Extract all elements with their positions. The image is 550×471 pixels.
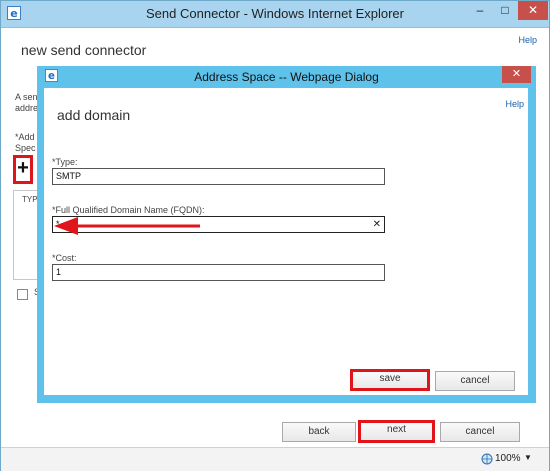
close-window-button[interactable]: ✕	[518, 1, 548, 20]
dialog-title: Address Space -- Webpage Dialog	[194, 70, 379, 84]
add-address-space-button[interactable]: +	[13, 155, 33, 184]
status-bar: 100% ▼	[1, 447, 549, 471]
page-title: new send connector	[21, 42, 147, 58]
window-titlebar: e Send Connector - Windows Internet Expl…	[1, 1, 549, 28]
plus-icon: +	[17, 157, 29, 179]
zoom-level[interactable]: 100%	[495, 453, 521, 464]
back-button[interactable]: back	[282, 422, 356, 442]
dialog-titlebar: e Address Space -- Webpage Dialog ✕	[37, 66, 536, 86]
dialog-help-link[interactable]: Help	[505, 99, 524, 109]
close-dialog-button[interactable]: ✕	[502, 66, 531, 83]
scoped-checkbox[interactable]	[17, 289, 28, 300]
clear-icon[interactable]: ✕	[373, 217, 381, 232]
fqdn-label: *Full Qualified Domain Name (FQDN):	[52, 205, 205, 215]
help-link[interactable]: Help	[518, 35, 537, 45]
chevron-down-icon[interactable]: ▼	[524, 453, 532, 462]
zoom-globe-icon	[481, 453, 493, 465]
address-space-label: *Add	[15, 132, 35, 142]
type-label: *Type:	[52, 157, 78, 167]
description-text-2: addre	[15, 103, 39, 113]
specify-text: Spec	[15, 143, 36, 153]
next-button[interactable]: next	[358, 420, 435, 443]
cancel-button[interactable]: cancel	[440, 422, 520, 442]
minimize-button[interactable]: –	[467, 1, 493, 20]
description-text-1: A sen	[15, 92, 38, 102]
cost-field[interactable]: 1	[52, 264, 385, 281]
dialog-heading: add domain	[57, 107, 131, 123]
maximize-button[interactable]: □	[492, 1, 518, 20]
dialog-cancel-button[interactable]: cancel	[435, 371, 515, 391]
save-button[interactable]: save	[350, 369, 430, 391]
type-field[interactable]: SMTP	[52, 168, 385, 185]
dialog-body: add domain Help *Type: SMTP *Full Qualif…	[44, 88, 528, 395]
list-header-type: TYP	[22, 195, 38, 204]
red-arrow-annotation	[54, 217, 200, 235]
cost-label: *Cost:	[52, 253, 77, 263]
